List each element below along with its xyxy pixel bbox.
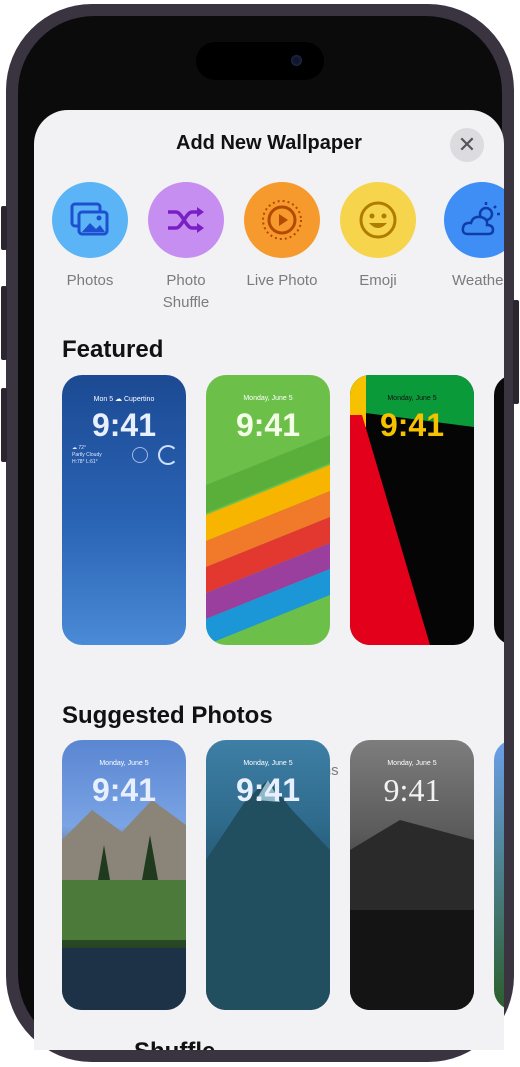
category-photo-shuffle[interactable]: Photo Shuffle xyxy=(138,182,234,314)
mute-switch xyxy=(1,206,7,250)
card-date: Monday, June 5 xyxy=(243,760,293,767)
photos-icon xyxy=(52,182,128,258)
category-label: Weather xyxy=(452,272,504,289)
category-emoji[interactable]: Emoji xyxy=(330,182,426,292)
shuffle-icon xyxy=(148,182,224,258)
sheet-title: Add New Wallpaper xyxy=(176,132,362,154)
card-time: 9:41 xyxy=(91,772,157,808)
weather-temp: ☁ 72° xyxy=(72,445,86,451)
category-label: Emoji xyxy=(359,272,397,289)
weather-icon xyxy=(444,182,504,258)
volume-down-button xyxy=(1,388,7,462)
power-button xyxy=(513,300,519,404)
card-date: Monday, June 5 xyxy=(243,395,293,402)
photo-card-teal-mountain[interactable]: Monday, June 5 9:41 xyxy=(206,740,330,1010)
card-date: Monday, June 5 xyxy=(387,395,437,402)
volume-up-button xyxy=(1,286,7,360)
dynamic-island xyxy=(196,42,324,80)
close-button[interactable]: ✕ xyxy=(450,128,484,162)
shuffle-section-title: Shuffle xyxy=(134,1038,215,1050)
close-icon: ✕ xyxy=(457,132,477,157)
card-time: 9:41 xyxy=(379,407,445,443)
card-time: 9:41 xyxy=(235,772,301,808)
category-label: Live Photo xyxy=(246,272,318,289)
photo-card-peek[interactable] xyxy=(494,740,504,1010)
wallpaper-card-unity[interactable]: Monday, June 5 9:41 xyxy=(350,375,474,645)
card-time: 9:41 xyxy=(383,772,441,808)
card-time: 9:41 xyxy=(235,407,301,443)
category-weather[interactable]: Weather xyxy=(426,182,504,292)
featured-title: Featured xyxy=(62,336,164,363)
card-date: Monday, June 5 xyxy=(99,760,149,767)
weather-condition: Partly Cloudy xyxy=(72,452,102,458)
category-label: Photos xyxy=(66,272,114,289)
widget-circle xyxy=(158,445,178,465)
wallpaper-card-peek[interactable] xyxy=(494,375,504,645)
weather-range: H:78° L:61° xyxy=(72,459,98,465)
card-date: Monday, June 5 xyxy=(387,760,437,767)
photo-card-mountain-lake[interactable]: Monday, June 5 9:41 xyxy=(62,740,186,1010)
live-photo-icon xyxy=(244,182,320,258)
category-live-photo[interactable]: Live Photo xyxy=(234,182,330,292)
card-time: 9:41 xyxy=(91,407,157,443)
wallpaper-card-collections[interactable]: Monday, June 5 9:41 xyxy=(206,375,330,645)
card-date: Mon 5 ☁ Cupertino xyxy=(93,396,155,403)
photo-card-bw-landscape[interactable]: Monday, June 5 9:41 xyxy=(350,740,474,1010)
wallpaper-card-weather[interactable]: Mon 5 ☁ Cupertino 9:41 ☁ 72° Partly Clou… xyxy=(62,375,186,645)
camera-dot xyxy=(291,55,302,66)
suggested-photos-title: Suggested Photos xyxy=(62,702,273,729)
category-label: Photo Shuffle xyxy=(162,272,210,311)
widget-circle xyxy=(132,447,148,463)
add-wallpaper-sheet: Add New Wallpaper ✕ Photos Photo Shuffle xyxy=(34,110,504,1050)
weather-widget: ☁ 72° Partly Cloudy H:78° L:61° xyxy=(72,445,102,466)
category-photos[interactable]: Photos xyxy=(42,182,138,292)
emoji-icon xyxy=(340,182,416,258)
